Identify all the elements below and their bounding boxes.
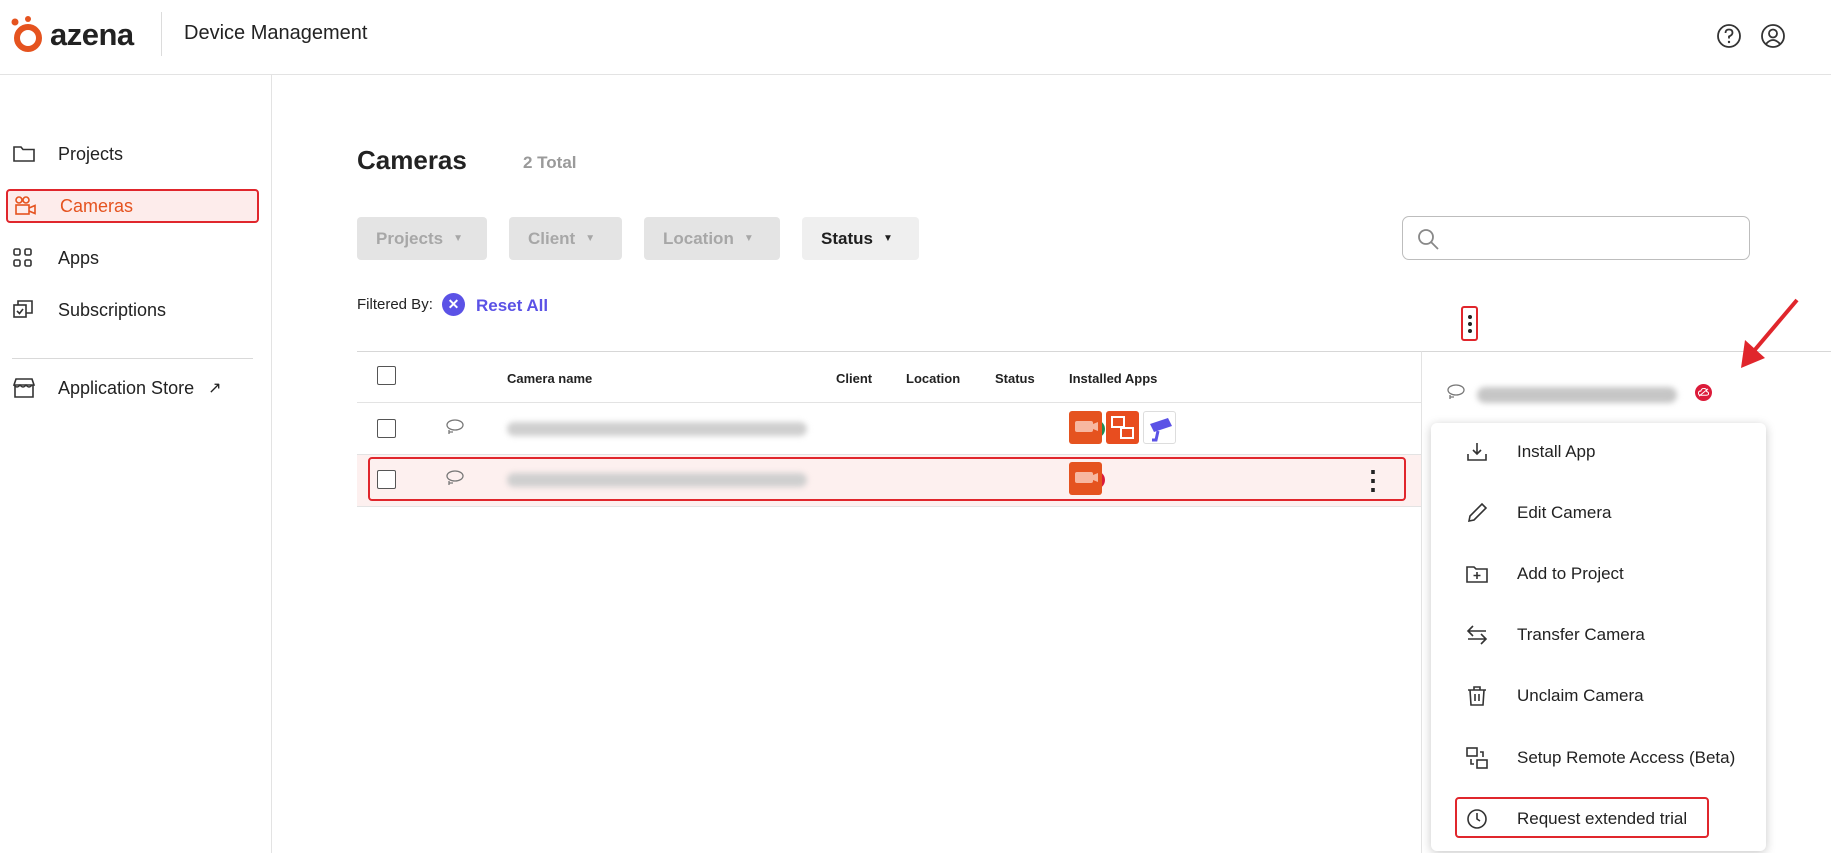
filter-label: Projects (376, 228, 444, 248)
camera-icon (1447, 384, 1465, 399)
trash-icon (1468, 686, 1486, 706)
sidebar-divider (12, 358, 253, 359)
column-header-status[interactable]: Status (995, 371, 1035, 386)
kebab-dot (1467, 314, 1472, 319)
apps-grid-icon (6, 247, 46, 269)
menu-item-label: Add to Project (1517, 564, 1624, 583)
transfer-icon (1466, 625, 1488, 645)
menu-item-edit-camera[interactable]: Edit Camera (1431, 488, 1766, 538)
caret-down-icon: ▼ (453, 233, 463, 244)
filter-client-dropdown[interactable]: Client ▼ (509, 217, 622, 260)
reset-close-icon[interactable]: ✕ (442, 293, 465, 316)
column-header-installed-apps[interactable]: Installed Apps (1069, 371, 1157, 386)
column-header-camera-name[interactable]: Camera name (507, 371, 592, 386)
menu-item-label: Setup Remote Access (Beta) (1517, 748, 1736, 767)
external-link-icon: ↗ (208, 380, 222, 397)
folder-icon (6, 144, 46, 164)
kebab-dot (1467, 321, 1472, 326)
panel-more-options-button[interactable] (1461, 306, 1478, 341)
sidebar-item-application-store[interactable]: Application Store ↗ (6, 371, 259, 405)
subscriptions-icon (6, 299, 46, 321)
logo-text: azena (50, 17, 134, 52)
camera-icon (446, 419, 464, 434)
camera-name-redacted (507, 473, 807, 487)
help-icon[interactable] (1716, 23, 1742, 54)
orange-remote-app-icon (1106, 411, 1139, 444)
folder-plus-icon (1466, 566, 1488, 583)
table-row-selected[interactable]: ⋮ (357, 455, 1421, 507)
remote-access-icon (1466, 747, 1488, 769)
row-checkbox[interactable] (377, 419, 396, 438)
sidebar: Projects Cameras Apps Subscriptions Appl… (0, 75, 272, 853)
total-count: 2 Total (523, 153, 577, 172)
sidebar-item-label: Apps (58, 247, 100, 268)
page-title: Cameras (357, 145, 467, 175)
column-header-location[interactable]: Location (906, 371, 960, 386)
menu-item-label: Request extended trial (1517, 809, 1688, 828)
pencil-icon (1467, 502, 1488, 523)
sidebar-item-label: Projects (58, 143, 124, 164)
menu-item-request-extended-trial[interactable]: Request extended trial (1431, 794, 1766, 844)
menu-item-unclaim-camera[interactable]: Unclaim Camera (1431, 671, 1766, 721)
menu-item-label: Unclaim Camera (1517, 686, 1644, 705)
menu-item-label: Transfer Camera (1517, 625, 1645, 644)
install-icon (1467, 443, 1487, 461)
row-more-options-icon[interactable]: ⋮ (1360, 467, 1386, 493)
azena-logo-mark-icon (11, 16, 42, 52)
kebab-dot (1467, 328, 1472, 333)
azena-logo[interactable]: azena (10, 16, 134, 54)
sidebar-item-label: Cameras (60, 195, 134, 216)
select-all-checkbox[interactable] (377, 366, 396, 385)
sidebar-item-subscriptions[interactable]: Subscriptions (6, 293, 259, 327)
user-icon[interactable] (1760, 23, 1786, 54)
sidebar-item-label: Subscriptions (58, 299, 167, 320)
orange-camera-app-icon (1069, 462, 1102, 495)
sidebar-item-apps[interactable]: Apps (6, 241, 259, 275)
filtered-by-label: Filtered By: (357, 296, 433, 313)
menu-item-add-to-project[interactable]: Add to Project (1431, 549, 1766, 599)
sidebar-item-cameras[interactable]: Cameras (6, 189, 259, 223)
panel-camera-name-redacted (1477, 387, 1677, 403)
red-pointer-arrow-icon (1741, 298, 1799, 368)
filter-label: Status (821, 228, 873, 248)
filter-label: Location (663, 228, 734, 248)
filter-status-dropdown[interactable]: Status ▼ (802, 217, 919, 260)
filter-location-dropdown[interactable]: Location ▼ (644, 217, 780, 260)
app-title: Device Management (184, 22, 368, 44)
column-header-client[interactable]: Client (836, 371, 872, 386)
store-icon (6, 377, 46, 399)
purple-camera-app-icon (1143, 411, 1176, 444)
caret-down-icon: ▼ (743, 233, 754, 244)
menu-item-label: Edit Camera (1517, 503, 1612, 522)
top-header: azena Device Management (0, 0, 1831, 75)
sidebar-item-label: Application Store (58, 377, 195, 398)
reset-all-link[interactable]: Reset All (476, 296, 548, 316)
table-row[interactable] (357, 403, 1421, 455)
menu-item-transfer-camera[interactable]: Transfer Camera (1431, 610, 1766, 660)
orange-camera-app-icon (1069, 411, 1102, 444)
header-divider (161, 12, 162, 56)
camera-icon (446, 470, 464, 485)
clock-icon (1467, 809, 1487, 829)
status-offline-icon (1695, 384, 1712, 401)
menu-item-setup-remote-access[interactable]: Setup Remote Access (Beta) (1431, 733, 1766, 783)
camera-context-menu: Install App Edit Camera Add to Project T… (1431, 423, 1766, 851)
search-icon (1418, 229, 1439, 250)
camera-name-redacted (507, 422, 807, 436)
filter-label: Client (528, 228, 576, 248)
row-checkbox[interactable] (377, 470, 396, 489)
menu-item-install-app[interactable]: Install App (1431, 427, 1766, 477)
filter-projects-dropdown[interactable]: Projects ▼ (357, 217, 487, 260)
menu-item-label: Install App (1517, 442, 1596, 461)
sidebar-item-projects[interactable]: Projects (6, 137, 259, 171)
table-header: Camera name Client Location Status Insta… (357, 351, 1421, 403)
camera-icon (8, 195, 48, 217)
caret-down-icon: ▼ (585, 233, 596, 244)
search-input[interactable] (1402, 216, 1750, 260)
caret-down-icon: ▼ (882, 233, 893, 244)
